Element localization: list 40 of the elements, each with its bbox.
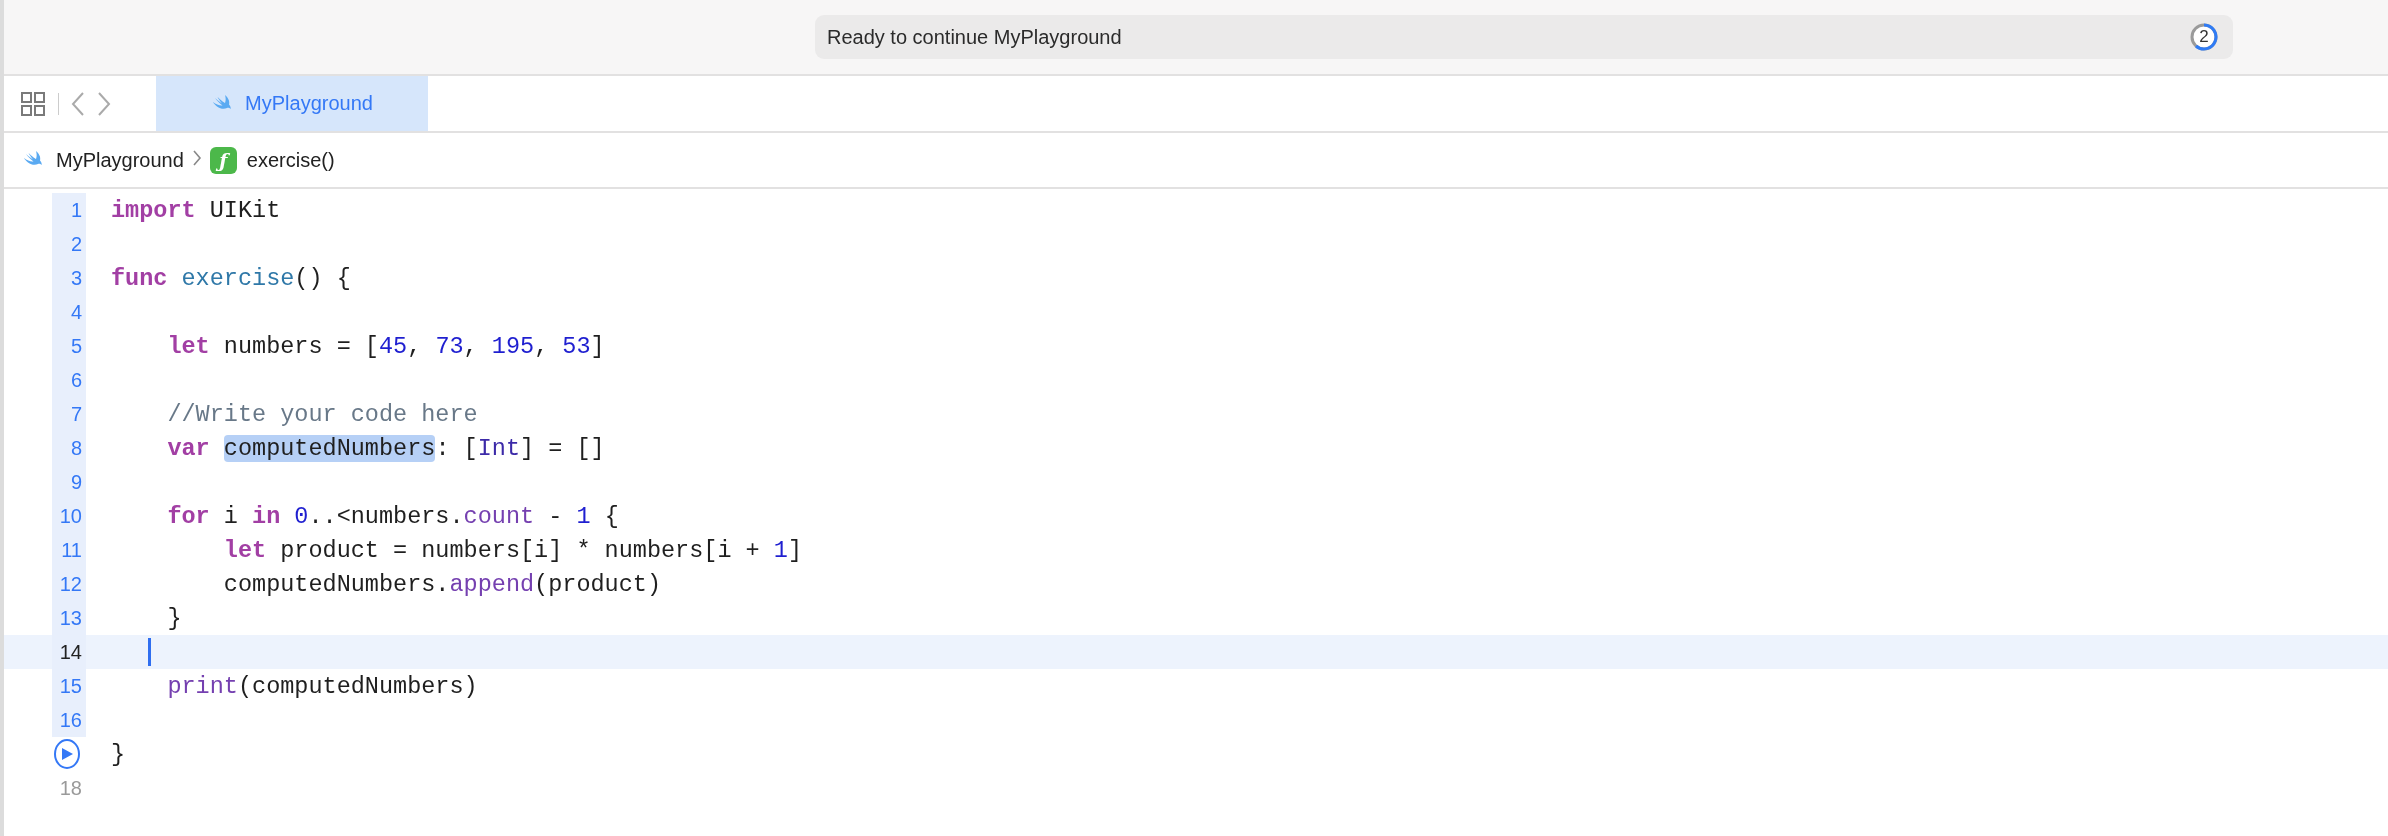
line-number: 1	[70, 198, 82, 222]
line-number: 4	[70, 300, 82, 324]
line-number: 13	[59, 606, 82, 630]
line-number: 9	[70, 470, 82, 494]
line-number: 18	[59, 776, 82, 800]
code-line: let product = numbers[i] * numbers[i + 1]	[222, 536, 803, 564]
line-number: 16	[59, 708, 82, 732]
grid-icon[interactable]	[20, 90, 46, 117]
line-number: 11	[61, 538, 82, 562]
code-line: func exercise() {	[111, 264, 351, 292]
run-button[interactable]	[54, 739, 80, 769]
line-number: 10	[59, 504, 82, 528]
code-line: for i in 0..<numbers.count - 1 {	[166, 502, 619, 530]
play-icon	[60, 747, 74, 761]
code-line: }	[166, 604, 182, 632]
chevron-separator-icon	[191, 149, 202, 167]
line-number: 12	[59, 572, 82, 596]
line-number: 15	[59, 674, 82, 698]
progress-ring-icon	[2189, 22, 2219, 52]
back-chevron-icon[interactable]	[71, 90, 85, 117]
code-line: //Write your code here	[166, 400, 478, 428]
code-line: var computedNumbers: [Int] = []	[166, 434, 605, 462]
line-number: 2	[70, 232, 82, 256]
code-line: let numbers = [45, 73, 195, 53]	[166, 332, 605, 360]
line-number: 14	[59, 640, 82, 664]
line-number: 8	[70, 436, 82, 460]
code-line: print(computedNumbers)	[166, 672, 478, 700]
code-line: }	[111, 740, 126, 768]
line-number: 7	[70, 402, 82, 426]
line-number: 3	[70, 266, 82, 290]
breadcrumb-item[interactable]: MyPlayground	[56, 148, 184, 172]
function-icon: ƒ	[209, 146, 237, 174]
forward-chevron-icon[interactable]	[97, 90, 111, 117]
breadcrumb-item[interactable]: exercise()	[246, 148, 335, 172]
code-line: computedNumbers.append(product)	[222, 570, 661, 598]
text-cursor	[148, 638, 151, 666]
status-text: Ready to continue MyPlayground	[827, 25, 1122, 49]
code-line: import UIKit	[111, 196, 281, 224]
line-number: 5	[70, 334, 82, 358]
line-number: 6	[70, 368, 82, 392]
